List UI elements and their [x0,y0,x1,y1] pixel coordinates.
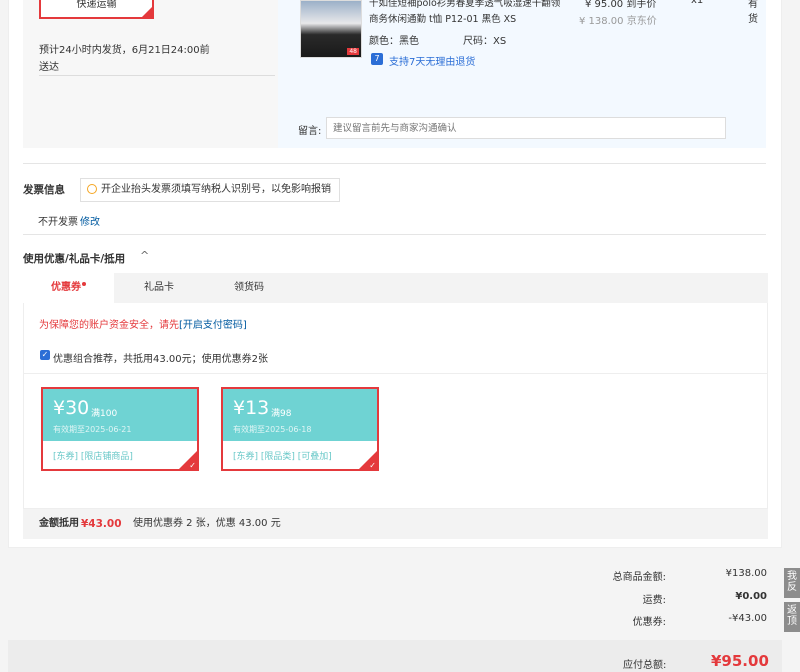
coupon-tags: [东券] [限店铺商品] [53,452,133,462]
discount-tabs: 优惠券 礼品卡 领货码 [23,273,768,303]
invoice-tip-text: 开企业抬头发票须填写纳税人识别号，以免影响报销 [101,184,331,195]
tab-coupons[interactable]: 优惠券 [23,273,114,303]
color-label: 颜色：黑色 [369,32,419,47]
delivery-note: 预计24小时内发货，6月21日24:00前 [39,45,210,56]
price: ¥ 95.00 到手价 [585,0,656,10]
coupon-amount: ¥30 [53,397,90,419]
size-label-text: 尺码： [463,36,493,47]
notification-dot [82,282,86,286]
coupon-area: 为保障您的账户资金安全，请先[开启支付密码] ¥30 满100 有效期至2025… [23,303,768,509]
coupon-top: ¥13 满98 有效期至2025-06-18 [223,389,377,441]
color-label-text: 颜色： [369,36,399,47]
shipping-product-box: 快递运输 预计24小时内发货，6月21日24:00前 送达 48 千如佳短袖po… [23,0,766,148]
express-label: 快递运输 [76,0,117,10]
check-icon: ✓ [369,461,376,470]
coupon-condition: 满100 [91,409,118,419]
invoice-status: 不开发票 [38,217,78,228]
size-value: XS [493,36,507,47]
divider [24,373,767,374]
summary-label: 运费: [642,595,666,606]
check-icon: ✓ [189,461,196,470]
coupon-card[interactable]: ¥30 满100 有效期至2025-06-21 [东券] [限店铺商品] ✓ [41,387,199,471]
product-thumbnail[interactable]: 48 [300,0,362,58]
product-title-1[interactable]: 千如佳短袖polo衫男春夏季透气吸湿速干翻领 [369,0,560,9]
size-label: 尺码：XS [463,32,506,47]
invoice-tip: 开企业抬头发票须填写纳税人识别号，以免影响报销 [80,178,340,202]
color-value: 黑色 [399,36,419,47]
original-price: ¥ 138.00 京东价 [579,12,657,27]
combo-recommendation: 优惠组合推荐，共抵用43.00元；使用优惠券2张 [53,354,268,365]
delivery-note-2: 送达 [39,62,59,73]
product-title-2[interactable]: 商务休闲通勤 t恤 P12-01 黑色 XS [369,11,516,25]
return-policy-link[interactable]: 支持7天无理由退货 [389,53,475,68]
coupon-tags: [东券] [限品类] [可叠加] [233,452,332,462]
original-price-label: 京东价 [626,16,657,27]
quantity: x1 [691,0,704,6]
divider [39,75,275,76]
coupon-card[interactable]: ¥13 满98 有效期至2025-06-18 [东券] [限品类] [可叠加] … [221,387,379,471]
return-icon: 7 [371,53,383,65]
summary-row: 总商品金额: ¥138.00 [580,568,800,583]
invoice-modify-link[interactable]: 修改 [80,213,100,228]
footer-amount: ¥43.00 [81,518,122,530]
coupon-top: ¥30 满100 有效期至2025-06-21 [43,389,197,441]
total-value: ¥95.00 [711,652,769,670]
security-warning-text: 为保障您的账户资金安全，请先 [39,320,179,331]
express-shipping-button[interactable]: 快递运输 [39,0,154,19]
coupon-amount: ¥13 [233,397,270,419]
message-input[interactable] [326,117,726,139]
tab-gift-card[interactable]: 礼品卡 [114,273,204,303]
divider [23,163,766,164]
summary-row: 优惠券: -¥43.00 [580,613,800,628]
price-value: ¥ 95.00 [585,0,624,10]
coupon-expiry: 有效期至2025-06-21 [53,425,132,434]
thumb-badge: 48 [347,48,359,55]
shipping-section: 快递运输 预计24小时内发货，6月21日24:00前 送达 [23,0,278,148]
discount-title[interactable]: 使用优惠/礼品卡/抵用 [23,251,125,266]
security-warning: 为保障您的账户资金安全，请先[开启支付密码] [39,316,247,331]
lightbulb-icon [87,184,97,194]
footer-label: 金额抵用 [39,518,79,529]
chevron-up-icon[interactable]: ^ [140,249,149,262]
tab-redeem-code[interactable]: 领货码 [204,273,294,303]
summary-value: ¥138.00 [725,568,767,579]
feedback-button[interactable]: 我 反 [784,568,800,598]
summary-value: ¥0.00 [735,591,767,602]
back-to-top-button[interactable]: 返 顶 [784,602,800,632]
stock-status: 有货 [748,0,758,25]
tab-coupons-label: 优惠券 [51,282,81,293]
summary-label: 优惠券: [632,617,666,628]
combo-checkbox[interactable]: ✓ [40,350,50,360]
enable-pay-password-link[interactable]: [开启支付密码] [179,320,247,331]
coupon-condition: 满98 [271,409,292,419]
price-label: 到手价 [626,0,657,10]
selected-corner-icon [142,7,152,17]
invoice-title: 发票信息 [23,184,65,196]
original-price-value: ¥ 138.00 [579,16,624,27]
message-label: 留言: [298,126,322,137]
summary-label: 总商品金额: [612,572,666,583]
divider [23,234,766,235]
coupon-expiry: 有效期至2025-06-18 [233,425,312,434]
footer-desc: 使用优惠券 2 张，优惠 43.00 元 [133,518,281,529]
summary-row: 运费: ¥0.00 [580,591,800,606]
total-bar: 应付总额: ¥95.00 [8,640,782,672]
summary-value: -¥43.00 [728,613,767,624]
discount-footer: 金额抵用 ¥43.00 使用优惠券 2 张，优惠 43.00 元 [23,509,768,539]
total-label: 应付总额: [623,660,667,671]
